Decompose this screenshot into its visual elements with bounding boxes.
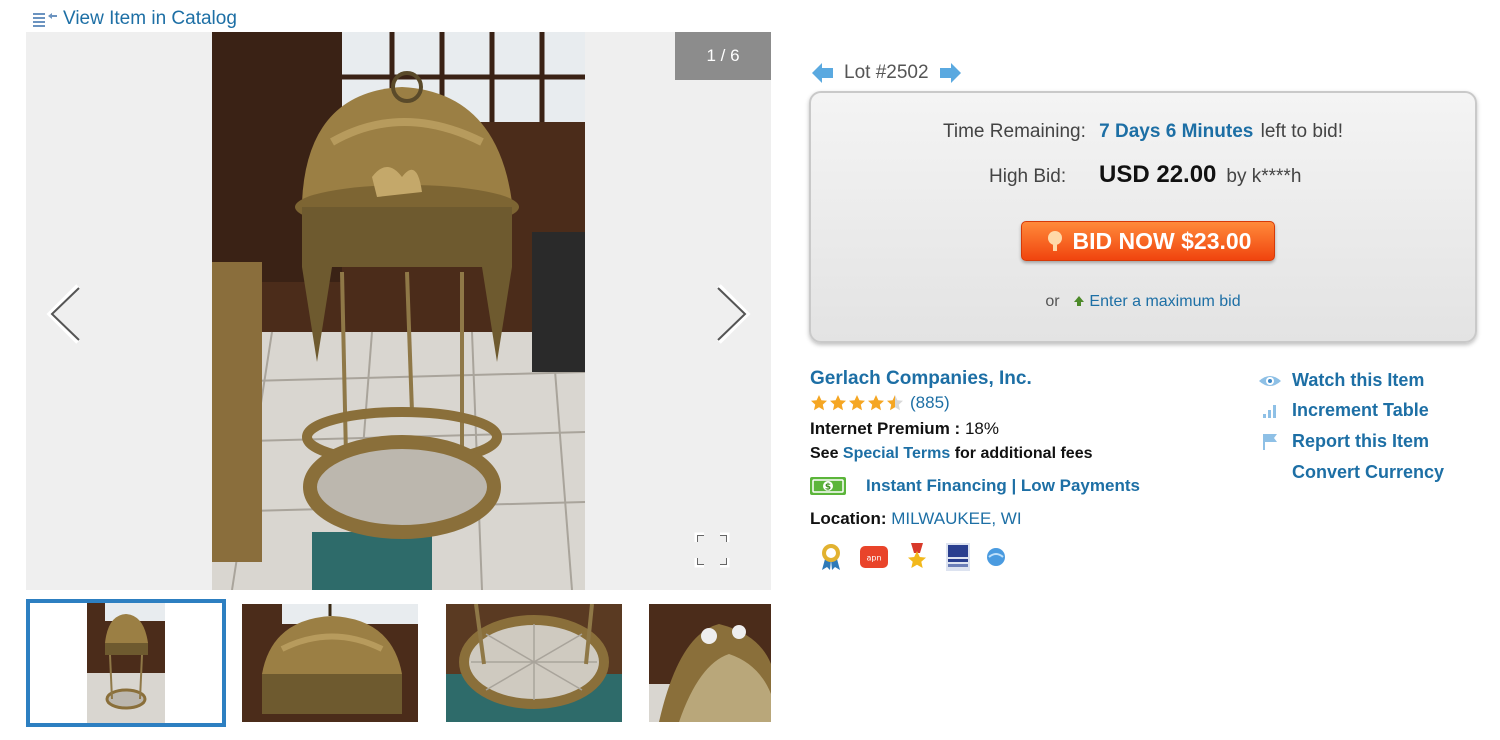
chevron-right-icon	[717, 284, 751, 344]
terms-suffix: for additional fees	[954, 445, 1093, 462]
up-arrow-icon	[1073, 296, 1084, 306]
instant-financing-label: Instant Financing | Low Payments	[866, 476, 1140, 495]
bar-chart-icon	[1263, 404, 1276, 418]
thumbnail-2[interactable]	[242, 604, 418, 722]
bid-now-label: BID NOW $23.00	[1072, 227, 1252, 254]
rating-count[interactable]: (885)	[910, 393, 950, 413]
bid-now-button[interactable]: BID NOW $23.00	[1021, 221, 1275, 261]
image-counter: 1 / 6	[675, 32, 771, 80]
view-item-in-catalog-label: View Item in Catalog	[63, 8, 237, 29]
next-image-button[interactable]	[705, 282, 755, 346]
time-remaining-label: Time Remaining:	[942, 121, 1086, 142]
eye-icon	[1259, 375, 1281, 386]
association-badge-icon[interactable]	[946, 543, 970, 571]
thumbnail-1-image	[30, 603, 222, 723]
report-item-label: Report this Item	[1292, 431, 1430, 451]
medal-star-icon[interactable]	[904, 543, 930, 571]
location-link[interactable]: MILWAUKEE, WI	[891, 509, 1021, 528]
max-bid-row: or Enter a maximum bid	[811, 293, 1475, 311]
main-item-photo[interactable]	[212, 32, 585, 590]
thumbnail-3-image	[446, 604, 622, 722]
terms-prefix: See	[810, 445, 839, 462]
increment-table-label: Increment Table	[1292, 400, 1429, 420]
enter-max-bid-label: Enter a maximum bid	[1089, 293, 1241, 310]
arrow-left-icon[interactable]	[812, 63, 834, 83]
internet-premium: Internet Premium : 18%	[810, 419, 999, 439]
lot-number: Lot #2502	[844, 62, 929, 83]
svg-text:apn: apn	[866, 554, 881, 563]
chevron-left-icon	[46, 284, 80, 344]
high-bid-amount: USD 22.00	[1099, 161, 1217, 188]
svg-text:$: $	[825, 483, 831, 493]
convert-currency-label: Convert Currency	[1292, 462, 1445, 482]
hanging-lamp-photo	[212, 32, 585, 590]
thumbnail-4-image	[649, 604, 771, 722]
seller-rating[interactable]: (885)	[810, 393, 950, 413]
apn-badge-icon[interactable]: apn	[860, 546, 888, 568]
bid-panel: Time Remaining: 7 Days 6 Minutes left to…	[809, 91, 1477, 343]
thumbnail-3[interactable]	[446, 604, 622, 722]
thumbnail-1-selected[interactable]	[26, 599, 226, 727]
high-bid-bidder: by k****h	[1226, 166, 1302, 187]
special-terms-row: See Special Terms for additional fees	[810, 445, 1092, 463]
arrow-right-icon[interactable]	[939, 63, 961, 83]
globe-badge-icon[interactable]	[986, 547, 1006, 567]
high-bid-row: High Bid: USD 22.00 by k****h	[989, 161, 1301, 189]
thumbnail-4[interactable]	[649, 604, 771, 722]
or-label: or	[1045, 293, 1060, 310]
thumbnail-2-image	[242, 604, 418, 722]
seller-badges: apn	[818, 543, 1006, 571]
fullscreen-button[interactable]	[692, 530, 732, 570]
previous-image-button[interactable]	[42, 282, 92, 346]
internet-premium-label: Internet Premium :	[810, 419, 961, 438]
award-ribbon-icon[interactable]	[818, 543, 844, 571]
enter-max-bid-link[interactable]: Enter a maximum bid	[1073, 293, 1241, 310]
location-row: Location: MILWAUKEE, WI	[810, 509, 1022, 529]
report-item-link[interactable]: Report this Item	[1258, 431, 1429, 452]
high-bid-label: High Bid:	[989, 166, 1067, 187]
flag-icon	[1263, 433, 1277, 450]
convert-currency-link[interactable]: Convert Currency	[1258, 462, 1444, 483]
location-label: Location:	[810, 509, 887, 528]
seller-name-link[interactable]: Gerlach Companies, Inc.	[810, 368, 1032, 390]
time-remaining-value: 7 Days 6 Minutes	[1099, 121, 1254, 142]
instant-financing-link[interactable]: $ Instant Financing | Low Payments	[810, 476, 1140, 496]
fullscreen-icon	[694, 532, 730, 568]
time-remaining-row: Time Remaining: 7 Days 6 Minutes left to…	[811, 121, 1475, 143]
image-viewer: 1 / 6	[26, 32, 771, 590]
paddle-icon	[1047, 231, 1062, 251]
money-icon: $	[810, 477, 846, 495]
time-remaining-suffix: left to bid!	[1260, 121, 1344, 142]
watch-item-label: Watch this Item	[1292, 370, 1425, 390]
view-item-in-catalog-link[interactable]: View Item in Catalog	[33, 8, 237, 30]
increment-table-link[interactable]: Increment Table	[1258, 400, 1429, 421]
special-terms-link[interactable]: Special Terms	[843, 445, 950, 462]
internet-premium-value: 18%	[964, 419, 999, 438]
watch-item-link[interactable]: Watch this Item	[1258, 370, 1424, 391]
rating-stars-icon	[811, 395, 903, 411]
list-back-icon	[33, 13, 57, 27]
lot-navigation: Lot #2502	[812, 62, 961, 84]
